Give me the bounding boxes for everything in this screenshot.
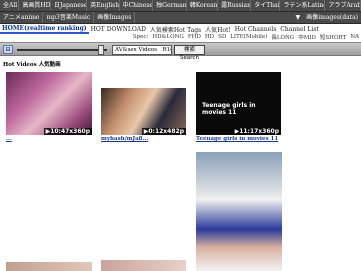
filter-long[interactable]: 長LONG [269,33,296,41]
filter-lite[interactable]: LITE(Mobile) [228,34,269,40]
category-select[interactable]: AV&sex Videos R18+ [112,45,172,55]
filter-na[interactable]: NA [348,34,361,40]
search-button[interactable]: 検索Search [174,45,205,61]
filter-hd[interactable]: HD [203,34,216,40]
nav-item-korean[interactable]: 韓Korean [187,0,219,11]
nav-item-thai[interactable]: タイThai [251,0,281,11]
video-caption-2[interactable]: myhash/mJa8... [101,136,186,142]
duration-badge: ▶0:12x482p [141,128,186,135]
section-title: Hot Videos 人気動画 [3,62,61,68]
video-thumbnail-5[interactable] [6,262,92,271]
thumbnail-overlay-text: Teenage girls in movies 11 [202,102,256,116]
filter-fhd[interactable]: FHD [186,34,203,40]
nav-item-japanese[interactable]: 日Japanese [51,0,88,11]
nav-item-hd[interactable]: 高画質HD [19,0,51,11]
menu-toggle-button[interactable]: ⊟ [3,45,13,54]
search-bar: ⊟ AV&sex Videos R18+ 検索Search [0,42,361,61]
duration-badge: ▶10:47x360p [43,128,92,135]
spec-filter-row: Spec: HD&LONG FHD HD SD LITE(Mobile) 長LO… [0,33,361,41]
video-thumbnail-6[interactable] [101,260,186,271]
nav-item-images-data[interactable]: 画像images(data) [303,12,361,23]
filter-mid[interactable]: 中MID [296,33,318,41]
video-thumbnail-2[interactable]: ▶0:12x482p [101,88,186,135]
spec-label: Spec: [132,34,149,40]
slider-track[interactable] [17,49,107,51]
nav-item-images[interactable]: 画像Images [94,12,136,23]
nav-item-all[interactable]: 全All [0,0,20,11]
tab-channel-list[interactable]: Channel List [278,26,321,33]
nav-item-german[interactable]: 独German [153,0,187,11]
video-thumbnail-3[interactable]: Teenage girls in movies 11 ▶11:17x360p [196,72,281,135]
video-thumbnail-1[interactable]: ▶10:47x360p [6,72,92,135]
nav-item-russian[interactable]: 露Russian [218,0,252,11]
nav-row-categories: アニメanime mp3音楽Music 画像Images ▼ 画像images(… [0,12,361,24]
video-thumbnail-4[interactable] [196,152,282,271]
nav-item-arab[interactable]: アラブArab [325,0,361,11]
nav-item-latino[interactable]: ラテン系Latino [280,0,326,11]
tab-hot-download[interactable]: HOT DOWNLOAD [89,26,148,33]
nav-item-english[interactable]: 英English [87,0,120,11]
tab-hot-channels[interactable]: Hot Channels [233,26,278,33]
filter-sd[interactable]: SD [216,34,228,40]
nav-item-music[interactable]: mp3音楽Music [43,12,95,23]
nav-row-languages: 全All 高画質HD 日Japanese 英English 中Chinese 独… [0,0,361,12]
video-caption-1[interactable]: ... [6,136,92,142]
duration-badge: ▶11:17x360p [232,128,281,135]
nav-item-anime[interactable]: アニメanime [0,12,44,23]
nav-item-chinese[interactable]: 中Chinese [120,0,154,11]
filter-hd-long[interactable]: HD&LONG [150,34,185,40]
slider-handle[interactable] [98,45,104,55]
filter-short[interactable]: 短SHORT [318,33,348,41]
video-caption-3[interactable]: Teenage girls in movies 11 [196,136,286,142]
top-navigation: 全All 高画質HD 日Japanese 英English 中Chinese 独… [0,0,361,24]
nav-dropdown-arrow-icon[interactable]: ▼ [293,12,304,23]
